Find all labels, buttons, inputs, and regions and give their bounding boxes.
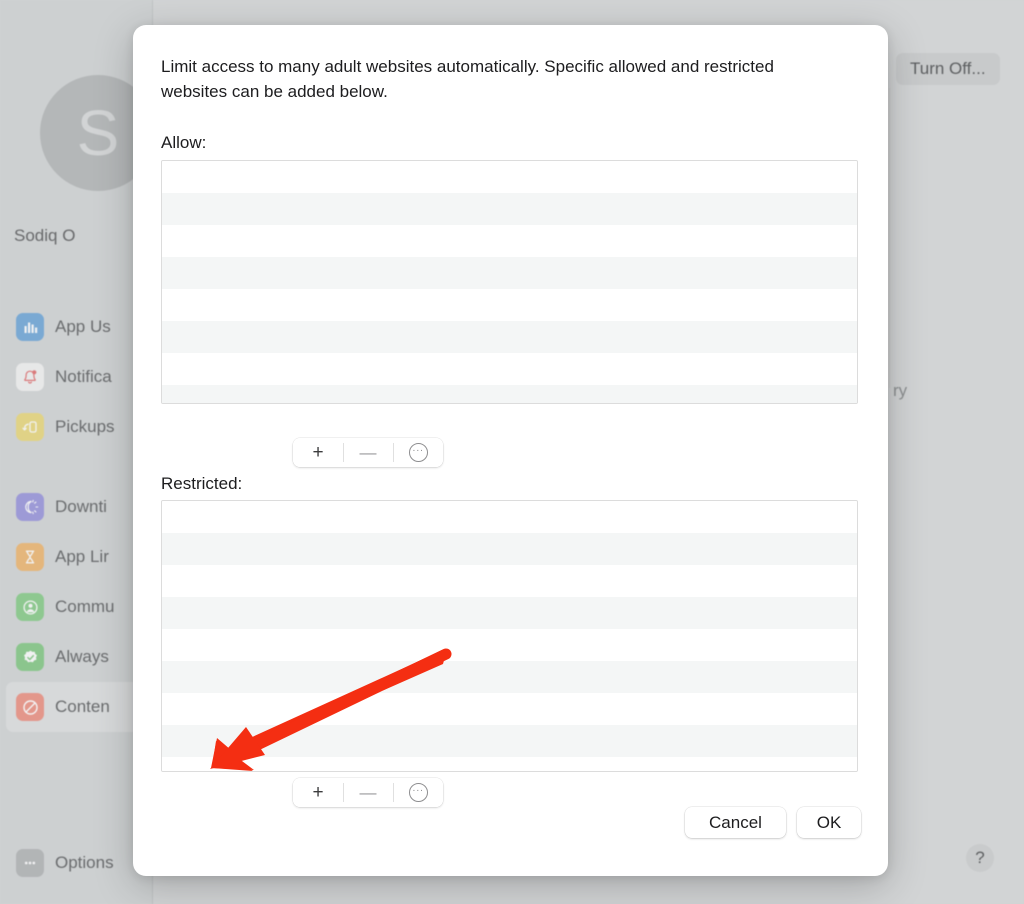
sidebar-item-label: Notifica: [55, 367, 112, 386]
add-allow-button[interactable]: +: [293, 438, 343, 467]
checkmark-seal-icon: [16, 643, 44, 671]
cancel-button[interactable]: Cancel: [685, 807, 786, 838]
ellipsis-circle-icon: ···: [408, 783, 428, 802]
remove-allow-button[interactable]: —: [343, 438, 393, 467]
list-item[interactable]: [162, 693, 857, 725]
list-item[interactable]: [162, 661, 857, 693]
person-bubble-icon: [16, 593, 44, 621]
list-item[interactable]: [162, 385, 857, 403]
sidebar-item-label: Commu: [55, 597, 115, 616]
add-restricted-button[interactable]: +: [293, 778, 343, 807]
prohibition-icon: [16, 693, 44, 721]
sidebar-item-content-privacy[interactable]: Conten: [6, 682, 146, 732]
sidebar-item-app-usage[interactable]: App Us: [0, 302, 152, 352]
content-restrictions-dialog: Limit access to many adult websites auto…: [133, 25, 888, 876]
sidebar-item-downtime[interactable]: Downti: [0, 482, 152, 532]
plus-icon: +: [312, 442, 324, 463]
plus-icon: +: [312, 782, 324, 803]
list-item[interactable]: [162, 257, 857, 289]
list-item[interactable]: [162, 565, 857, 597]
restricted-label: Restricted:: [161, 474, 243, 493]
sidebar-group-separator: [0, 452, 152, 482]
pickups-icon: [16, 413, 44, 441]
list-item[interactable]: [162, 161, 857, 193]
allow-label: Allow:: [161, 133, 207, 152]
sidebar-item-always-allowed[interactable]: Always: [0, 632, 152, 682]
more-restricted-button[interactable]: ···: [393, 778, 443, 807]
minus-icon: —: [359, 783, 377, 802]
sidebar-item-label: Options: [55, 853, 114, 872]
allow-list-toolbar: + — ···: [293, 438, 443, 467]
turn-off-button[interactable]: Turn Off...: [896, 53, 1000, 85]
minus-icon: —: [359, 443, 377, 462]
sidebar-item-label: App Us: [55, 317, 111, 336]
sidebar-item-label: Conten: [55, 697, 110, 716]
ellipsis-circle-icon: ···: [408, 443, 428, 462]
content-column-rule: [889, 88, 890, 388]
dialog-description: Limit access to many adult websites auto…: [161, 57, 774, 101]
list-item[interactable]: [162, 225, 857, 257]
sidebar-item-label: App Lir: [55, 547, 109, 566]
sidebar-options-row: Options: [0, 838, 152, 888]
sidebar-item-label: Pickups: [55, 417, 115, 436]
sidebar-item-notifications[interactable]: Notifica: [0, 352, 152, 402]
help-button[interactable]: ?: [966, 844, 994, 872]
moon-icon: [16, 493, 44, 521]
sidebar-item-options[interactable]: Options: [0, 838, 152, 888]
list-item[interactable]: [162, 757, 857, 771]
sidebar-item-app-limits[interactable]: App Lir: [0, 532, 152, 582]
allow-list[interactable]: [161, 160, 858, 404]
sidebar-item-communication[interactable]: Commu: [0, 582, 152, 632]
restricted-list-toolbar: + — ···: [293, 778, 443, 807]
sidebar-item-pickups[interactable]: Pickups: [0, 402, 152, 452]
sidebar-item-label: Downti: [55, 497, 107, 516]
list-item[interactable]: [162, 321, 857, 353]
remove-restricted-button[interactable]: —: [343, 778, 393, 807]
list-item[interactable]: [162, 629, 857, 661]
more-allow-button[interactable]: ···: [393, 438, 443, 467]
ellipsis-icon: [16, 849, 44, 877]
bell-icon: [16, 363, 44, 391]
sidebar-item-list: App Us Notifica Pickups Downti App Lir C…: [0, 302, 152, 732]
list-item[interactable]: [162, 193, 857, 225]
background-partial-text: ry: [893, 381, 908, 400]
screen: S Sodiq O ry Turn Off... App Us Notifica…: [0, 0, 1024, 904]
bar-chart-icon: [16, 313, 44, 341]
list-item[interactable]: [162, 501, 857, 533]
list-item[interactable]: [162, 289, 857, 321]
sidebar-item-label: Always: [55, 647, 109, 666]
list-item[interactable]: [162, 353, 857, 385]
list-item[interactable]: [162, 533, 857, 565]
list-item[interactable]: [162, 725, 857, 757]
list-item[interactable]: [162, 597, 857, 629]
hourglass-icon: [16, 543, 44, 571]
restricted-list[interactable]: [161, 500, 858, 772]
ok-button[interactable]: OK: [797, 807, 861, 838]
